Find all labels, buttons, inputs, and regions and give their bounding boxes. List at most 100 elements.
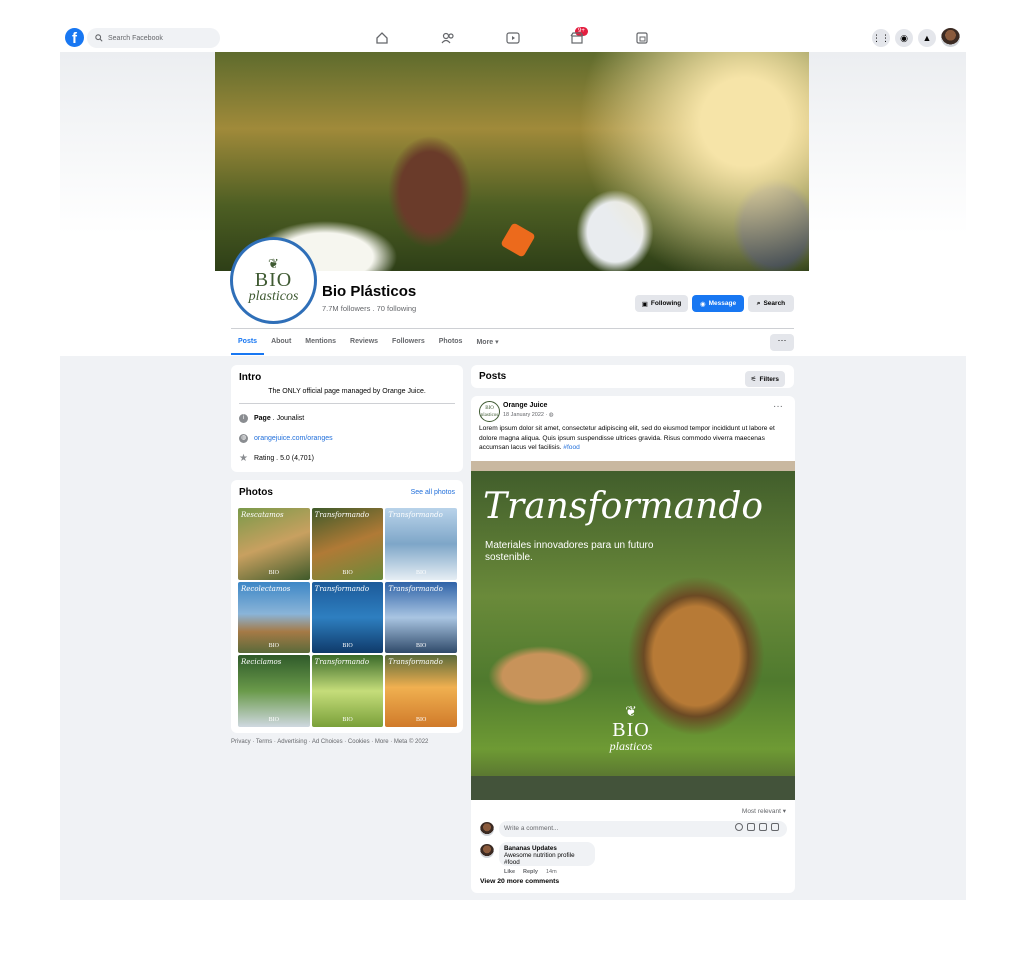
post-image[interactable]: Transformando Materiales innovadores par…: [471, 461, 795, 800]
profile-tabs: Posts About Mentions Reviews Followers P…: [231, 333, 506, 355]
comment-bubble: Bananas Updates Awesome nutrition profil…: [499, 842, 595, 866]
gif-icon[interactable]: [759, 823, 767, 831]
globe-icon: ◍: [239, 434, 248, 443]
post-logo-plasticos: plasticos: [609, 739, 653, 753]
photo-logo: BIO: [415, 716, 427, 723]
photo-logo: BIO: [415, 643, 427, 650]
post-hashtag[interactable]: #food: [563, 444, 580, 451]
bell-icon[interactable]: ▲: [918, 29, 936, 47]
friends-icon[interactable]: [440, 30, 456, 46]
photo-thumbnail[interactable]: Transformando BIO: [385, 655, 457, 727]
intro-card: Intro The ONLY official page managed by …: [231, 365, 463, 472]
intro-divider: [239, 403, 455, 404]
tab-reviews[interactable]: Reviews: [343, 333, 385, 355]
follower-counts[interactable]: 7.7M followers . 70 following: [322, 304, 416, 313]
groups-icon[interactable]: [634, 30, 650, 46]
post-date[interactable]: 18 January 2022 · ◍: [503, 412, 554, 418]
filters-label: Filters: [759, 375, 779, 383]
message-label: Message: [708, 300, 737, 307]
filters-button[interactable]: ⚟ Filters: [744, 371, 785, 387]
photo-grid: Rescatamos BIO Transformando BIO Transforman…: [238, 508, 457, 727]
search-icon: [95, 34, 103, 42]
page-title: Bio Plásticos: [322, 283, 417, 300]
photo-thumbnail[interactable]: Transformando BIO: [385, 581, 457, 654]
rating-text: Rating . 5.0 (4,701): [254, 455, 314, 462]
image-bottom-band: [471, 776, 795, 800]
commenter-avatar[interactable]: [480, 844, 494, 858]
tab-more[interactable]: More ▾: [469, 333, 505, 355]
following-label: Following: [650, 300, 682, 307]
tab-about[interactable]: About: [264, 333, 298, 355]
globe-icon: ◍: [548, 412, 554, 418]
comment-author[interactable]: Bananas Updates: [504, 845, 590, 852]
facebook-logo-icon[interactable]: f: [65, 28, 84, 47]
comment-like-button[interactable]: Like: [504, 869, 515, 875]
image-top-band: [471, 461, 795, 471]
account-avatar[interactable]: [941, 28, 960, 47]
more-options-button[interactable]: ···: [770, 334, 794, 351]
photo-thumbnail[interactable]: Transformando BIO: [385, 508, 457, 580]
intro-title: Intro: [239, 372, 262, 383]
post-author-name[interactable]: Orange Juice: [503, 402, 547, 409]
tab-photos[interactable]: Photos: [432, 333, 470, 355]
intro-page-row: i Page . Jounalist: [239, 414, 304, 423]
comment-input[interactable]: Write a comment...: [499, 821, 787, 837]
comment-time[interactable]: 14m: [546, 869, 557, 875]
photo-logo: BIO: [342, 643, 353, 650]
footer-links[interactable]: Privacy · Terms · Advertising · Ad Choic…: [231, 739, 428, 745]
view-more-comments-link[interactable]: View 20 more comments: [480, 878, 559, 885]
post-options-icon[interactable]: ···: [773, 401, 783, 412]
message-button[interactable]: ◉ Message: [692, 295, 744, 312]
intro-bio: The ONLY official page managed by Orange…: [268, 388, 426, 395]
leaf-logo-icon: ❦: [625, 705, 637, 720]
search-page-button[interactable]: ⌕ Search: [748, 295, 794, 312]
comment-placeholder: Write a comment...: [504, 825, 559, 832]
post-card: BIO plasticos Orange Juice 18 January 20…: [471, 396, 795, 893]
leaf-logo-icon: ❦: [268, 255, 279, 271]
photo-caption: Transformando: [314, 511, 370, 519]
intro-rating-row: ★ Rating . 5.0 (4,701): [239, 453, 314, 464]
menu-grid-icon[interactable]: ⋮⋮: [872, 29, 890, 47]
website-link[interactable]: orangejuice.com/oranges: [254, 435, 333, 442]
home-icon[interactable]: [374, 30, 390, 46]
profile-picture[interactable]: ❦ BIO plasticos: [230, 237, 317, 324]
watch-icon[interactable]: [505, 30, 521, 46]
photo-logo: BIO: [268, 569, 279, 576]
following-button[interactable]: ▣ Following: [635, 295, 688, 312]
photo-thumbnail[interactable]: Transformando BIO: [311, 581, 384, 654]
comment-text: Awesome nutrition profile #food: [504, 852, 575, 866]
photo-thumbnail[interactable]: Recolectamos BIO: [238, 581, 310, 654]
tab-mentions[interactable]: Mentions: [298, 333, 343, 355]
messenger-icon[interactable]: ◉: [895, 29, 913, 47]
photo-caption: Transformando: [388, 658, 443, 667]
sticker-icon[interactable]: [771, 823, 779, 831]
post-author-avatar[interactable]: BIO plasticos: [479, 401, 500, 422]
marketplace-icon[interactable]: [569, 30, 585, 46]
search-input[interactable]: Search Facebook: [87, 28, 220, 48]
post-text: Lorem ipsum dolor sit amet, consectetur …: [479, 425, 775, 451]
post-logo-bio: BIO: [612, 719, 650, 741]
tab-followers[interactable]: Followers: [385, 333, 432, 355]
intro-page-label: Page: [254, 415, 271, 422]
emoji-icon[interactable]: [735, 823, 743, 831]
star-icon: ★: [239, 453, 248, 464]
comment-reply-button[interactable]: Reply: [523, 869, 538, 875]
photo-caption: Transformando: [314, 584, 370, 593]
tab-posts[interactable]: Posts: [231, 333, 265, 355]
camera-icon[interactable]: [747, 823, 755, 831]
orange-shape-decoration: [500, 222, 536, 258]
logo-text-bio: BIO: [254, 268, 293, 291]
photo-thumbnail[interactable]: Reciclamos BIO: [238, 655, 310, 727]
cover-photo[interactable]: [215, 52, 809, 271]
photo-thumbnail[interactable]: Transformando BIO: [311, 655, 384, 727]
photo-logo: BIO: [268, 643, 279, 650]
photo-thumbnail[interactable]: Rescatamos BIO: [238, 508, 310, 580]
comment-sort-dropdown[interactable]: Most relevant ▾: [742, 807, 786, 815]
see-all-photos-link[interactable]: See all photos: [411, 489, 455, 496]
photo-caption: Transformando: [388, 584, 443, 593]
current-user-avatar[interactable]: [480, 822, 494, 836]
photo-logo: BIO: [268, 716, 279, 723]
photo-thumbnail[interactable]: Transformando BIO: [311, 508, 384, 580]
posts-header: Posts ⚟ Filters: [471, 365, 794, 388]
search-icon: ⌕: [756, 299, 761, 307]
